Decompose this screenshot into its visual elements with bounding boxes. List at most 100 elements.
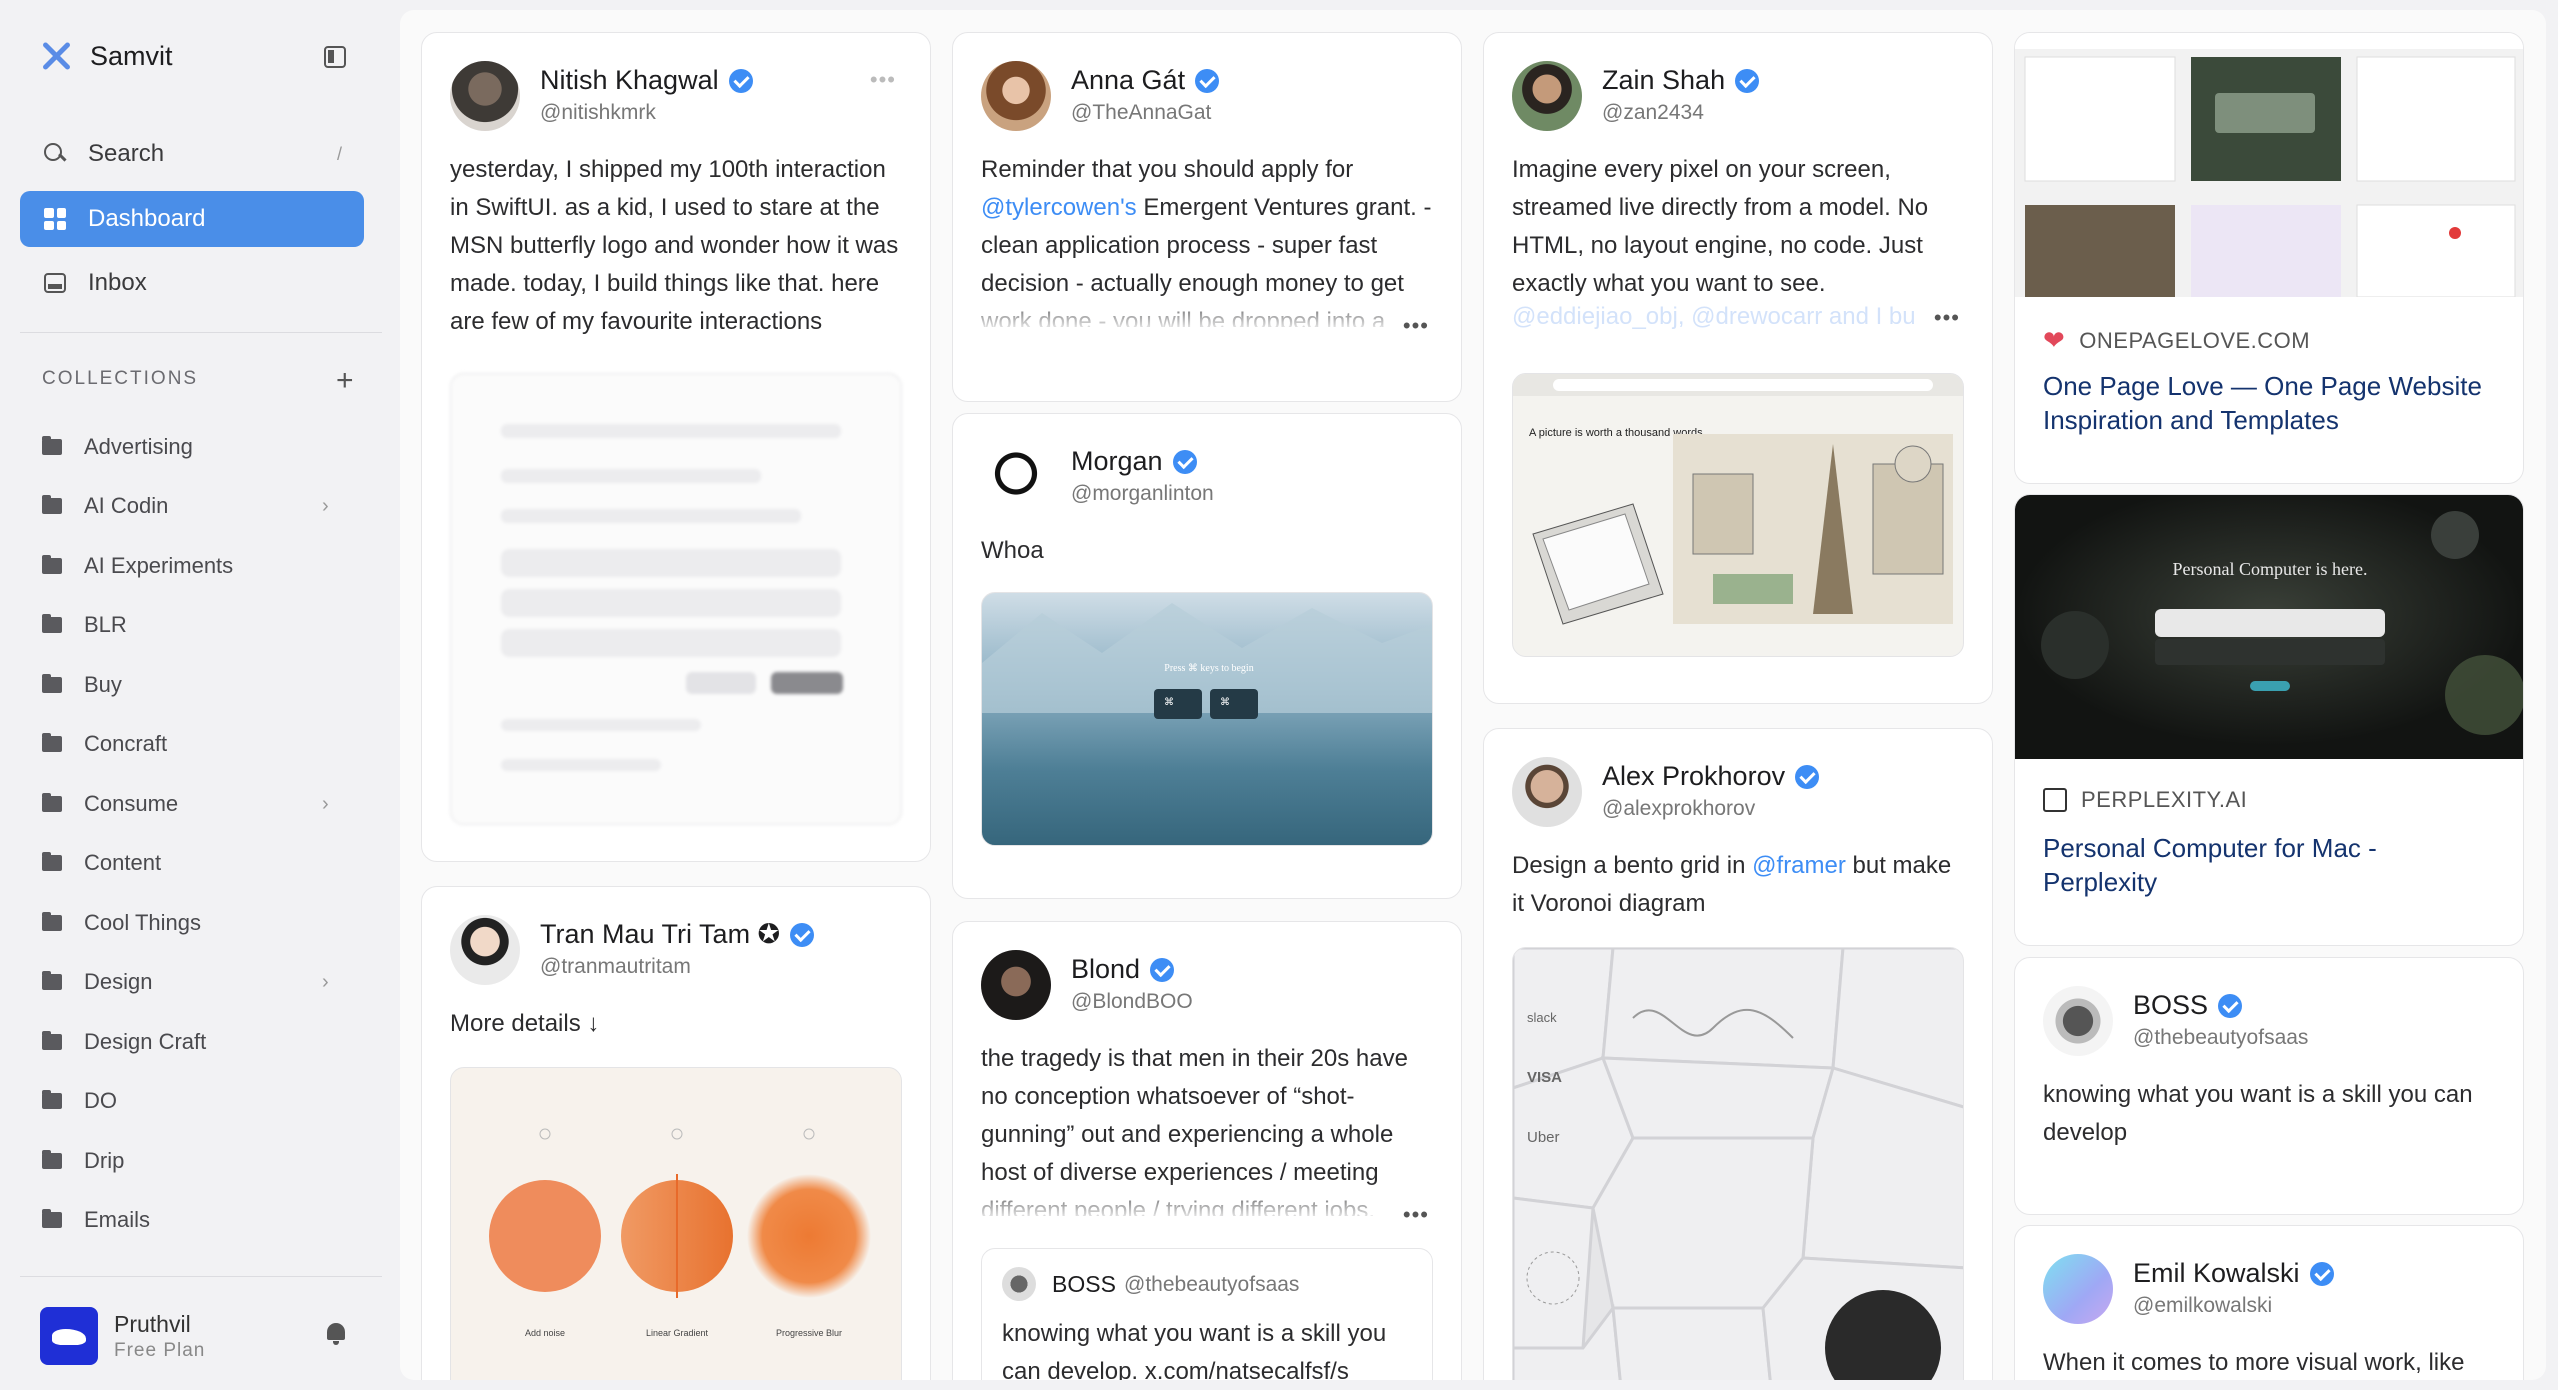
collection-item[interactable]: Consume › bbox=[42, 791, 329, 817]
collection-label: Cool Things bbox=[84, 910, 201, 935]
more-options-icon[interactable]: ••• bbox=[1403, 313, 1429, 339]
post-media[interactable]: Press ⌘ keys to begin ⌘ ⌘ bbox=[981, 592, 1433, 846]
chevron-right-icon[interactable]: › bbox=[322, 495, 329, 518]
link-title[interactable]: One Page Love — One Page Website Inspira… bbox=[2043, 369, 2495, 437]
collection-item[interactable]: AI Codin › bbox=[42, 493, 329, 519]
verified-badge-icon bbox=[1735, 68, 1760, 93]
avatar bbox=[981, 61, 1051, 131]
author-name: Zain Shah bbox=[1602, 65, 1760, 96]
link-card[interactable]: Personal Computer is here. PERPLEXITY.AI… bbox=[2014, 494, 2524, 946]
verified-badge-icon bbox=[790, 922, 815, 947]
post-card[interactable]: Anna Gát @TheAnnaGat Reminder that you s… bbox=[952, 32, 1462, 402]
more-options-icon[interactable]: ••• bbox=[1934, 305, 1960, 331]
user-profile[interactable]: Pruthvil Free Plan bbox=[40, 1307, 205, 1365]
author-name: Tran Mau Tri Tam ✪ bbox=[540, 919, 815, 950]
collection-item[interactable]: Content bbox=[42, 850, 161, 876]
collection-label: Design Craft bbox=[84, 1029, 207, 1054]
collection-label: BLR bbox=[84, 612, 127, 637]
user-plan: Free Plan bbox=[114, 1339, 206, 1361]
paris-illustration-preview: A picture is worth a thousand words bbox=[1513, 374, 1963, 625]
chevron-right-icon[interactable]: › bbox=[322, 793, 329, 816]
mention-link[interactable]: @framer bbox=[1752, 852, 1846, 879]
post-media[interactable]: slack VISA Uber bbox=[1512, 947, 1964, 1380]
avatar bbox=[40, 1307, 98, 1365]
more-options-icon[interactable]: ••• bbox=[870, 67, 896, 93]
author-handle: @TheAnnaGat bbox=[1071, 101, 1212, 124]
author-name: Nitish Khagwal bbox=[540, 65, 753, 96]
post-card[interactable]: BOSS @thebeautyofsaas knowing what you w… bbox=[2014, 957, 2524, 1215]
avatar bbox=[1002, 1267, 1036, 1301]
link-site: ONEPAGELOVE.COM bbox=[2079, 327, 2311, 353]
nav-dashboard[interactable]: Dashboard bbox=[20, 191, 364, 247]
collection-item[interactable]: Drip bbox=[42, 1148, 124, 1174]
post-card[interactable]: Nitish Khagwal ••• @nitishkmrk yesterday… bbox=[421, 32, 931, 862]
author-name: Morgan bbox=[1071, 446, 1197, 477]
author-handle: @emilkowalski bbox=[2133, 1294, 2273, 1317]
collection-item[interactable]: Emails bbox=[42, 1207, 150, 1233]
collection-label: DO bbox=[84, 1088, 117, 1113]
author-name-text: Nitish Khagwal bbox=[540, 65, 719, 95]
collection-item[interactable]: AI Experiments bbox=[42, 553, 233, 579]
link-title[interactable]: Personal Computer for Mac - Perplexity bbox=[2043, 831, 2495, 899]
media-label: VISA bbox=[1527, 1069, 1562, 1086]
quoted-post[interactable]: BOSS @thebeautyofsaas knowing what you w… bbox=[981, 1248, 1433, 1380]
divider bbox=[20, 332, 382, 333]
svg-text:⌘: ⌘ bbox=[1220, 697, 1230, 708]
link-card[interactable]: ❤ ONEPAGELOVE.COM One Page Love — One Pag… bbox=[2014, 32, 2524, 484]
post-card[interactable]: Emil Kowalski @emilkowalski When it come… bbox=[2014, 1225, 2524, 1380]
nav-inbox[interactable]: Inbox bbox=[20, 255, 364, 311]
mention-link[interactable]: @tylercowen's bbox=[981, 194, 1137, 221]
link-source: PERPLEXITY.AI bbox=[2043, 787, 2247, 813]
folder-icon bbox=[42, 912, 62, 931]
quote-author-handle: @thebeautyofsaas bbox=[1124, 1273, 1300, 1296]
collection-item[interactable]: Design › bbox=[42, 969, 329, 995]
post-media[interactable] bbox=[450, 373, 902, 825]
author-handle: @morganlinton bbox=[1071, 482, 1214, 505]
post-text: Whoa bbox=[981, 537, 1044, 564]
media-caption: Press ⌘ keys to begin bbox=[1164, 663, 1253, 674]
collection-item[interactable]: BLR bbox=[42, 612, 127, 638]
bell-icon[interactable] bbox=[326, 1323, 346, 1345]
collection-label: Consume bbox=[84, 791, 179, 816]
more-options-icon[interactable]: ••• bbox=[1403, 1202, 1429, 1228]
folder-icon bbox=[42, 1031, 62, 1050]
collection-item[interactable]: Concraft bbox=[42, 731, 167, 757]
verified-badge-icon bbox=[2218, 993, 2243, 1018]
author-handle: @thebeautyofsaas bbox=[2133, 1026, 2309, 1049]
text-fade bbox=[953, 1182, 1461, 1222]
post-card[interactable]: Zain Shah @zan2434 Imagine every pixel o… bbox=[1483, 32, 1993, 704]
post-card[interactable]: Tran Mau Tri Tam ✪ @tranmautritam More d… bbox=[421, 886, 931, 1380]
post-card[interactable]: Blond @BlondBOO the tragedy is that men … bbox=[952, 921, 1462, 1380]
verified-badge-icon bbox=[728, 68, 753, 93]
post-text-part: Design a bento grid in bbox=[1512, 852, 1753, 879]
media-label: Progressive Blur bbox=[776, 1328, 842, 1338]
collection-item[interactable]: DO bbox=[42, 1088, 117, 1114]
collection-item[interactable]: Design Craft bbox=[42, 1029, 206, 1055]
quote-author-name: BOSS bbox=[1052, 1271, 1116, 1297]
author-handle: @tranmautritam bbox=[540, 955, 691, 978]
nav-inbox-label: Inbox bbox=[88, 269, 147, 296]
app-window: Samvit Search / Dashboard Inbox COLLECTI… bbox=[0, 0, 2558, 1390]
post-text-faded: @eddiejiao_obj, @drewocarr and I bu bbox=[1512, 303, 1916, 330]
author-handle: @zan2434 bbox=[1602, 101, 1704, 124]
nav-search[interactable]: Search / bbox=[20, 126, 364, 182]
collection-label: Concraft bbox=[84, 731, 168, 756]
post-media[interactable]: Add noise Linear Gradient Progressive Bl… bbox=[450, 1067, 902, 1380]
collection-item[interactable]: Advertising bbox=[42, 434, 193, 460]
user-name: Pruthvil bbox=[114, 1310, 191, 1337]
brand[interactable]: Samvit bbox=[40, 40, 173, 72]
post-card[interactable]: Alex Prokhorov @alexprokhorov Design a b… bbox=[1483, 728, 1993, 1380]
post-card[interactable]: Morgan @morganlinton Whoa Press ⌘ keys t… bbox=[952, 413, 1462, 899]
app-name: Samvit bbox=[90, 40, 173, 71]
collection-item[interactable]: Buy bbox=[42, 672, 122, 698]
inbox-icon bbox=[44, 273, 66, 293]
media-label: slack bbox=[1527, 1010, 1557, 1025]
folder-icon bbox=[42, 436, 62, 455]
media-label: Linear Gradient bbox=[646, 1328, 709, 1338]
add-collection-icon[interactable]: + bbox=[336, 366, 354, 396]
post-media[interactable]: A picture is worth a thousand words bbox=[1512, 373, 1964, 657]
dashboard-feed: Nitish Khagwal ••• @nitishkmrk yesterday… bbox=[400, 10, 2546, 1380]
collection-item[interactable]: Cool Things bbox=[42, 910, 201, 936]
sidebar-toggle-icon[interactable] bbox=[324, 46, 346, 68]
chevron-right-icon[interactable]: › bbox=[322, 971, 329, 994]
